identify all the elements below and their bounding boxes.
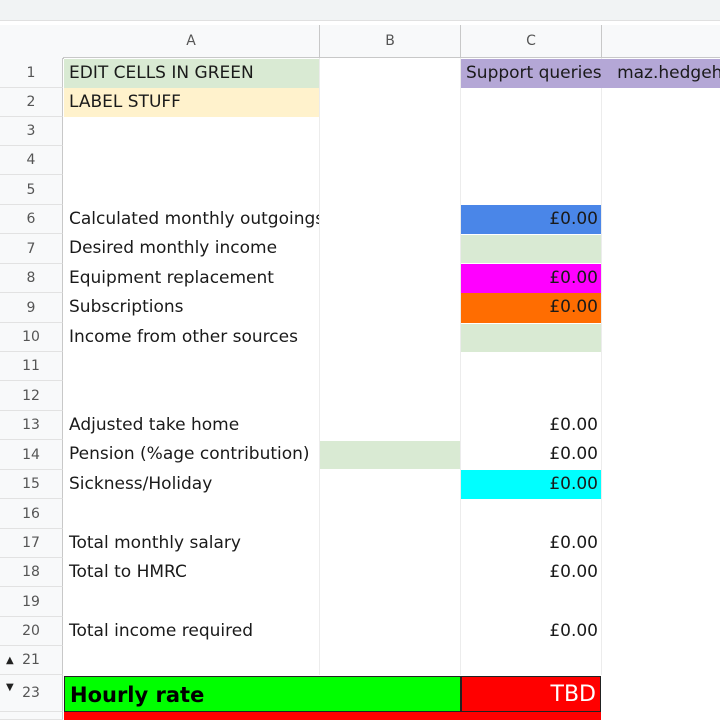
row-header[interactable]: 3 <box>0 117 63 146</box>
gridline <box>319 58 320 675</box>
row-header[interactable]: 18 <box>0 558 63 587</box>
row-header[interactable]: 8 <box>0 264 63 293</box>
row-header[interactable]: 9 <box>0 293 63 323</box>
label-total-income-required[interactable]: Total income required <box>64 617 319 646</box>
input-income-other-sources[interactable] <box>461 324 601 352</box>
column-header-d[interactable] <box>602 25 720 58</box>
row-header[interactable]: 10 <box>0 323 63 352</box>
select-all-corner[interactable] <box>0 25 64 59</box>
collapse-down-icon[interactable]: ▼ <box>6 669 14 706</box>
row-header[interactable] <box>0 712 63 720</box>
row-number: 21 <box>22 652 40 668</box>
label-equipment-replacement[interactable]: Equipment replacement <box>64 264 319 293</box>
support-queries-label: Support queries <box>466 63 602 83</box>
value-total-monthly-salary[interactable]: £0.00 <box>461 529 601 558</box>
label-income-other-sources[interactable]: Income from other sources <box>64 323 319 352</box>
next-row-partial <box>64 712 601 720</box>
label-total-monthly-salary[interactable]: Total monthly salary <box>64 529 319 558</box>
row-header-with-group-toggle[interactable]: ▼ 23 <box>0 675 63 712</box>
row-header[interactable]: 17 <box>0 529 63 558</box>
value-equipment-replacement[interactable]: £0.00 <box>461 264 601 293</box>
label-hourly-rate[interactable]: Hourly rate <box>64 676 461 712</box>
row-header[interactable]: 6 <box>0 205 63 234</box>
value-pension[interactable]: £0.00 <box>461 440 601 470</box>
row-header[interactable]: 11 <box>0 352 63 381</box>
row-number: 23 <box>22 685 40 701</box>
label-sickness-holiday[interactable]: Sickness/Holiday <box>64 470 319 499</box>
cell-a1-edit-cells[interactable]: EDIT CELLS IN GREEN <box>64 59 319 88</box>
value-hourly-rate[interactable]: TBD <box>461 676 601 712</box>
row-header[interactable]: 19 <box>0 587 63 617</box>
cell-a2-label-stuff[interactable]: LABEL STUFF <box>64 88 319 117</box>
row-header[interactable]: 14 <box>0 440 63 470</box>
row-header[interactable]: 13 <box>0 411 63 440</box>
support-contact: maz.hedgehog <box>617 63 720 83</box>
row-header[interactable]: 16 <box>0 499 63 529</box>
column-header-a[interactable]: A <box>63 25 320 58</box>
label-calculated-monthly-outgoings[interactable]: Calculated monthly outgoings <box>64 205 319 234</box>
label-adjusted-take-home[interactable]: Adjusted take home <box>64 411 319 440</box>
label-subscriptions[interactable]: Subscriptions <box>64 293 319 323</box>
toolbar-strip <box>0 0 720 21</box>
label-total-to-hmrc[interactable]: Total to HMRC <box>64 558 319 587</box>
input-pension-percentage[interactable] <box>320 441 460 469</box>
value-sickness-holiday[interactable]: £0.00 <box>461 470 601 499</box>
gridline <box>601 58 602 675</box>
value-adjusted-take-home[interactable]: £0.00 <box>461 411 601 440</box>
row-header[interactable]: 1 <box>0 58 63 88</box>
row-header[interactable]: 4 <box>0 146 63 175</box>
label-desired-monthly-income[interactable]: Desired monthly income <box>64 234 319 264</box>
row-header[interactable]: 20 <box>0 617 63 646</box>
value-subscriptions[interactable]: £0.00 <box>461 293 601 323</box>
value-calculated-monthly-outgoings[interactable]: £0.00 <box>461 205 601 234</box>
row-header[interactable]: 12 <box>0 381 63 411</box>
row-header[interactable]: 7 <box>0 234 63 264</box>
value-total-income-required[interactable]: £0.00 <box>461 617 601 646</box>
column-header-c[interactable]: C <box>461 25 602 58</box>
input-desired-monthly-income[interactable] <box>461 235 601 263</box>
value-total-to-hmrc[interactable]: £0.00 <box>461 558 601 587</box>
label-pension-contribution[interactable]: Pension (%age contribution) <box>64 440 319 470</box>
row-header[interactable]: 5 <box>0 175 63 205</box>
row-header[interactable]: 15 <box>0 470 63 499</box>
column-header-b[interactable]: B <box>320 25 461 58</box>
cell-c1-support-queries[interactable]: Support queries maz.hedgehog <box>461 59 720 88</box>
row-header[interactable]: 2 <box>0 88 63 117</box>
